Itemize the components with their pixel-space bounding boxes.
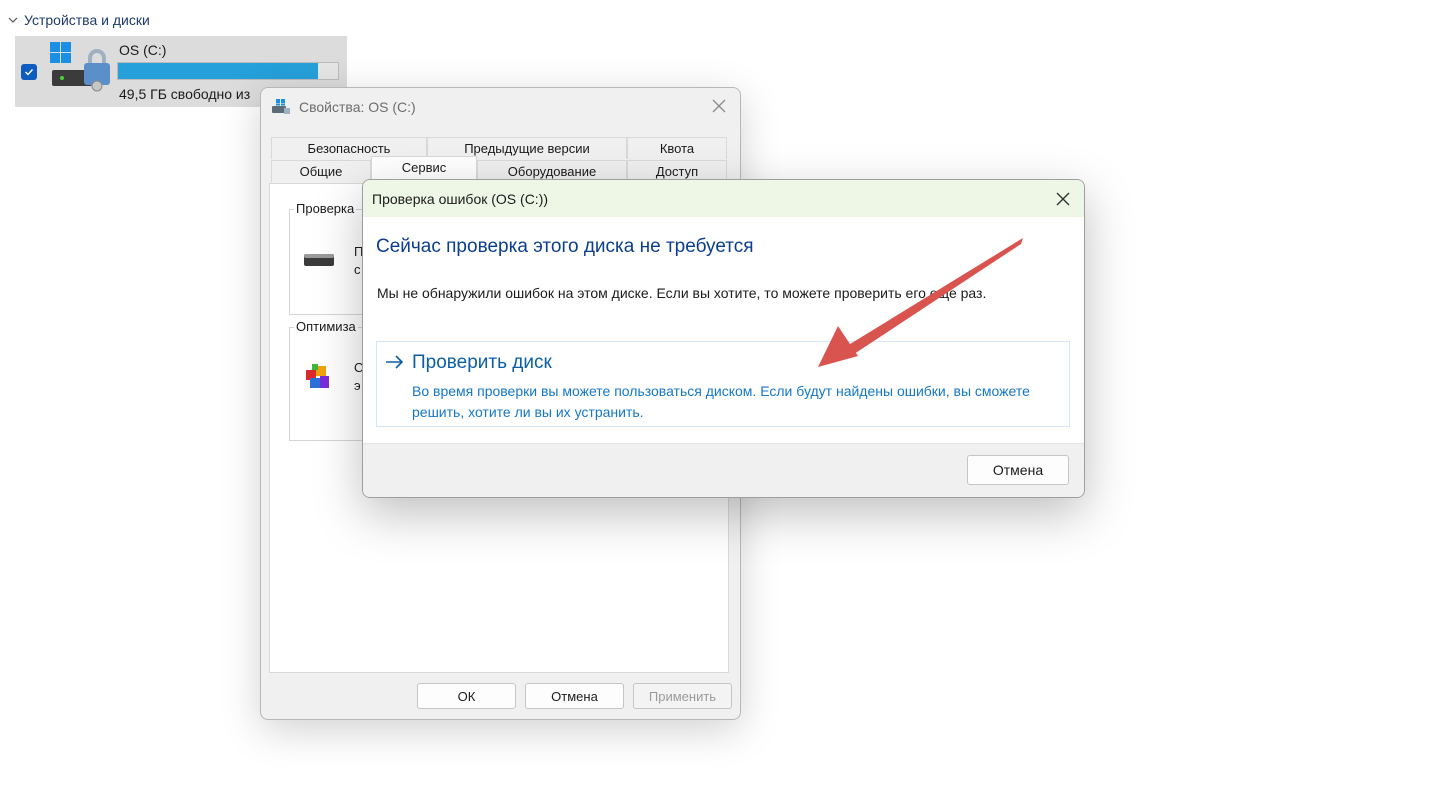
selection-checkbox[interactable] [21, 64, 37, 80]
dialog-message: Мы не обнаружили ошибок на этом диске. Е… [377, 285, 987, 301]
tab-general[interactable]: Общие [271, 160, 371, 182]
drive-name: OS (C:) [119, 42, 167, 58]
section-header-label: Устройства и диски [24, 12, 150, 28]
properties-titlebar: Свойства: OS (C:) [271, 98, 416, 116]
dialog-titlebar: Проверка ошибок (OS (C:)) [363, 180, 1084, 217]
properties-title: Свойства: OS (C:) [299, 99, 416, 115]
close-icon[interactable] [710, 97, 728, 115]
error-checking-dialog: Проверка ошибок (OS (C:)) Сейчас проверк… [362, 179, 1085, 498]
tab-quota[interactable]: Квота [627, 137, 727, 159]
hard-drive-icon [304, 254, 334, 266]
dialog-cancel-button[interactable]: Отмена [967, 455, 1069, 485]
dialog-title: Проверка ошибок (OS (C:)) [372, 191, 549, 207]
scan-drive-title[interactable]: Проверить диск [412, 352, 552, 374]
drive-free-space: 49,5 ГБ свободно из [119, 86, 251, 102]
drive-properties-icon [272, 99, 290, 114]
chevron-down-icon [8, 17, 18, 23]
error-checking-group-label: Проверка [294, 201, 357, 216]
dialog-heading: Сейчас проверка этого диска не требуется [376, 236, 754, 257]
properties-cancel-button[interactable]: Отмена [525, 683, 624, 709]
error-checking-text-2: с [354, 262, 361, 277]
devices-section-header[interactable]: Устройства и диски [8, 10, 150, 30]
apply-button[interactable]: Применить [633, 683, 732, 709]
checkmark-icon [25, 69, 34, 76]
dialog-footer: Отмена [363, 443, 1084, 497]
optimize-text-2: э [354, 378, 361, 393]
arrow-right-icon [386, 355, 404, 369]
scan-drive-command-link[interactable]: Проверить диск Во время проверки вы може… [376, 341, 1070, 427]
scan-drive-description: Во время проверки вы можете пользоваться… [412, 383, 1030, 420]
optimize-group-label: Оптимиза [294, 319, 358, 334]
drive-usage-fill [118, 63, 319, 79]
defrag-icon [306, 364, 329, 388]
locked-drive-icon [50, 42, 110, 92]
drive-usage-bar [117, 62, 339, 80]
windows-logo-icon [50, 42, 71, 63]
ok-button[interactable]: ОК [417, 683, 516, 709]
close-icon[interactable] [1054, 190, 1072, 208]
